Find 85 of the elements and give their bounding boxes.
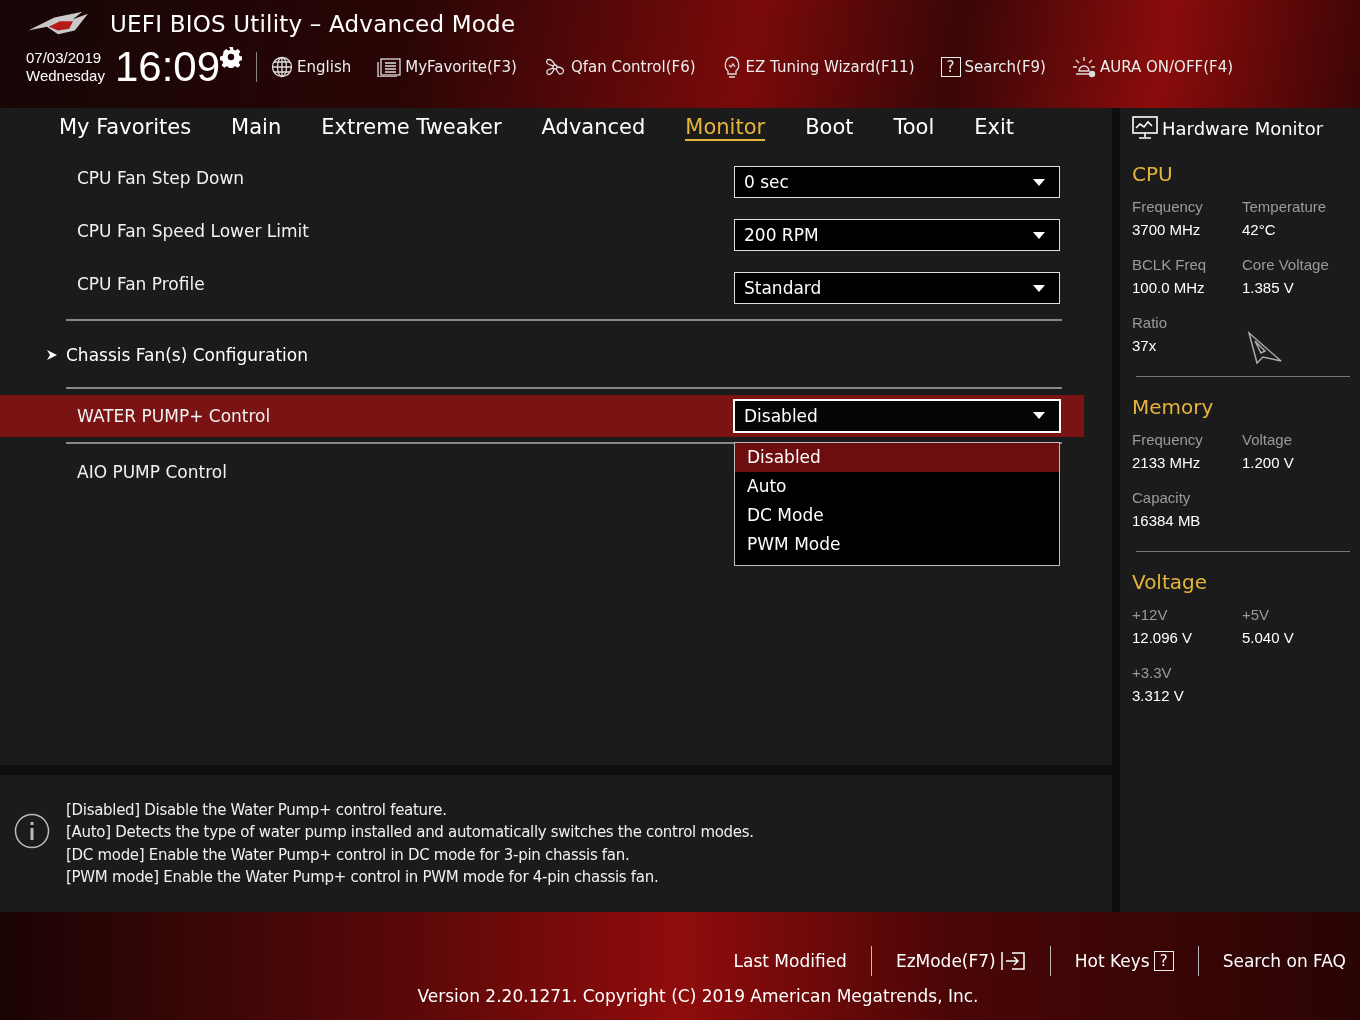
metric-label: Ratio [1132, 314, 1169, 331]
toolbar-button[interactable]: EZ Tuning Wizard(F11) [721, 55, 915, 79]
light-icon [1071, 55, 1096, 79]
submenu-link[interactable]: Chassis Fan(s) Configuration [66, 344, 308, 365]
monitor-icon [1132, 116, 1158, 140]
metric-value: 3.312 V [1132, 687, 1185, 704]
menu-tab[interactable]: Boot [805, 114, 854, 141]
metric-label: +3.3V [1132, 664, 1173, 681]
menu-tab[interactable]: My Favorites [59, 114, 192, 141]
metric-label: BCLK Freq [1132, 256, 1208, 273]
metric-label: Core Voltage [1242, 256, 1330, 273]
version-text: Version 2.20.1271. Copyright (C) 2019 American Megatrends, Inc. [416, 986, 979, 1006]
metric-label: Temperature [1242, 198, 1328, 215]
day-text: Wednesday [26, 67, 105, 85]
setting-label: CPU Fan Step Down [77, 168, 246, 189]
caret-icon [1033, 284, 1045, 292]
setting-label: WATER PUMP+ Control [77, 405, 272, 426]
help-icon: ? [940, 57, 961, 77]
dropdown-field[interactable]: Disabled [734, 399, 1060, 432]
help-icon: ? [1153, 951, 1174, 971]
toolbar-button[interactable]: Qfan Control(F6) [542, 55, 696, 79]
caret-icon [1033, 231, 1045, 239]
setting-row[interactable]: CPU Fan Speed Lower Limit 200 RPM [0, 208, 1112, 262]
help-text: [PWM mode] Enable the Water Pump+ control in PWM mode for 4-pin chassis fan. [66, 867, 660, 889]
metric-value: 42°C [1242, 221, 1277, 238]
dropdown-option[interactable]: Disabled [735, 442, 1059, 472]
metric-label: Frequency [1132, 431, 1204, 448]
metric-label: Capacity [1132, 489, 1192, 506]
setting-label[interactable]: AIO PUMP Control [77, 462, 734, 483]
metric-value: 1.385 V [1242, 279, 1295, 296]
clock-time: 16:09 [114, 44, 221, 90]
section-title: Voltage [1132, 570, 1209, 594]
setting-label: CPU Fan Speed Lower Limit [77, 221, 310, 242]
exit-icon [999, 951, 1026, 971]
metric-label: +12V [1132, 606, 1169, 623]
metric-value: 16384 MB [1132, 512, 1202, 529]
metric-value: 3700 MHz [1132, 221, 1202, 238]
help-text: [Disabled] Disable the Water Pump+ control feature. [66, 799, 448, 821]
window-title: UEFI BIOS Utility – Advanced Mode [110, 11, 516, 37]
footer-button[interactable]: EzMode(F7) [895, 951, 1026, 971]
setting-row[interactable]: CPU Fan Profile Standard [0, 261, 1112, 315]
settings-icon[interactable] [220, 46, 243, 68]
toolbar-button[interactable]: AURA ON/OFF(F4) [1071, 55, 1234, 79]
setting-row[interactable]: CPU Fan Step Down 0 sec [0, 155, 1112, 209]
menu-tab[interactable]: Extreme Tweaker [321, 114, 502, 141]
footer-button[interactable]: Last Modified [733, 951, 847, 971]
date-text: 07/03/2019 [26, 49, 103, 67]
setting-label: CPU Fan Profile [77, 274, 206, 295]
dropdown-field[interactable]: 200 RPM [734, 219, 1060, 252]
caret-icon [1033, 178, 1045, 186]
dropdown-option[interactable]: Auto [735, 471, 1059, 501]
metric-value: 12.096 V [1132, 629, 1194, 646]
dropdown-option[interactable]: PWM Mode [735, 529, 1059, 559]
dropdown-field[interactable]: Standard [734, 272, 1060, 305]
toolbar-button[interactable]: English [271, 56, 352, 78]
menu-tab[interactable]: Main [231, 114, 282, 141]
menu-tab[interactable]: Monitor [685, 114, 766, 141]
caret-icon [1033, 412, 1045, 420]
section-title: Memory [1132, 395, 1215, 419]
cursor-icon [1247, 331, 1283, 365]
metric-value: 1.200 V [1242, 454, 1295, 471]
metric-value: 2133 MHz [1132, 454, 1202, 471]
footer-button[interactable]: Hot Keys ? [1074, 951, 1174, 971]
metric-value: 5.040 V [1242, 629, 1295, 646]
menu-tab[interactable]: Exit [974, 114, 1015, 141]
metric-value: 100.0 MHz [1132, 279, 1206, 296]
metric-label: Voltage [1242, 431, 1294, 448]
globe-icon [271, 56, 294, 78]
menu-tab[interactable]: Advanced [541, 114, 646, 141]
footer-button[interactable]: Search on FAQ [1222, 951, 1346, 971]
toolbar-button[interactable]: MyFavorite(F3) [377, 57, 517, 77]
help-text: [DC mode] Enable the Water Pump+ control in DC mode for 3-pin chassis fan. [66, 844, 631, 866]
metric-value: 37x [1132, 337, 1158, 354]
arrow-icon [47, 349, 57, 360]
toolbar-button[interactable]: ? Search(F9) [940, 57, 1046, 77]
section-title: CPU [1132, 162, 1174, 186]
list-icon [377, 57, 402, 77]
panel-title: Hardware Monitor [1162, 117, 1324, 139]
menu-tab[interactable]: Tool [893, 114, 935, 141]
metric-label: Frequency [1132, 198, 1204, 215]
help-text: [Auto] Detects the type of water pump installed and automatically switches the control modes. [66, 822, 754, 844]
metric-label: +5V [1242, 606, 1271, 623]
dropdown-field[interactable]: 0 sec [734, 166, 1060, 199]
info-icon [14, 812, 50, 849]
dropdown-option[interactable]: DC Mode [735, 500, 1059, 530]
